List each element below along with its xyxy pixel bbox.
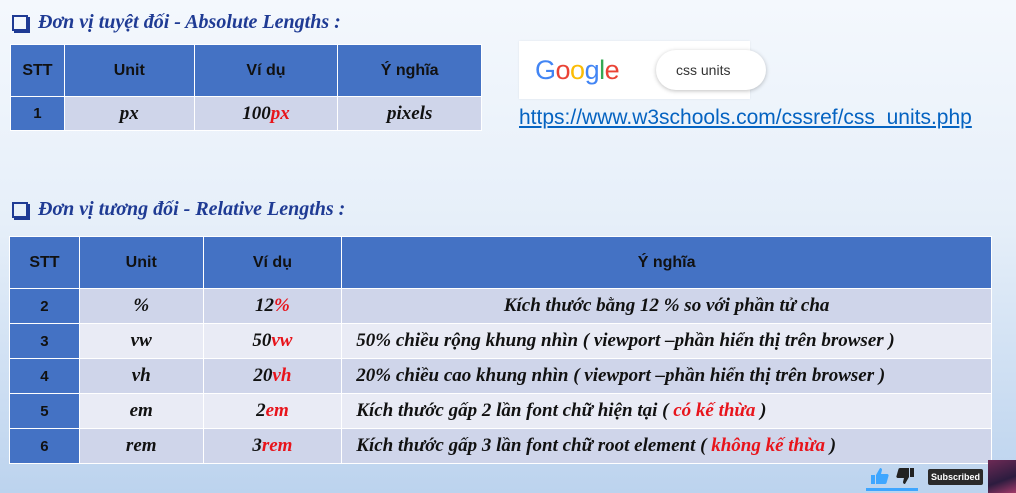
- unit-cell: %: [78, 288, 204, 324]
- relative-units-table: STT Unit Ví dụ Ý nghĩa 2 % 12% Kích thướ…: [9, 236, 992, 464]
- table-row: 5 em 2em Kích thước gấp 2 lần font chữ h…: [9, 393, 992, 429]
- header-example: Ví dụ: [202, 236, 343, 289]
- meaning-cell: Kích thước gấp 3 lần font chữ root eleme…: [341, 428, 992, 464]
- google-logo: Google: [535, 55, 620, 86]
- absolute-lengths-heading: Đơn vị tuyệt đối - Absolute Lengths :: [12, 11, 341, 34]
- table-row: 6 rem 3rem Kích thước gấp 3 lần font chữ…: [9, 428, 992, 464]
- header-stt: STT: [10, 44, 65, 97]
- google-logo-letter: G: [535, 55, 556, 85]
- relative-lengths-heading: Đơn vị tương đối - Relative Lengths :: [12, 198, 345, 221]
- stt-cell: 6: [9, 428, 80, 464]
- absolute-lengths-heading-text: Đơn vị tuyệt đối - Absolute Lengths :: [38, 11, 341, 33]
- header-meaning: Ý nghĩa: [341, 236, 992, 289]
- checkbox-bullet-icon: [12, 201, 28, 218]
- thumbs-down-icon[interactable]: [895, 467, 915, 485]
- stt-cell: 2: [9, 288, 80, 324]
- header-meaning: Ý nghĩa: [337, 44, 482, 97]
- stt-cell: 4: [9, 358, 80, 394]
- unit-cell: vh: [78, 358, 204, 394]
- header-stt: STT: [9, 236, 80, 289]
- google-logo-letter: o: [555, 55, 571, 85]
- header-example: Ví dụ: [193, 44, 339, 97]
- table-header-row: STT Unit Ví dụ Ý nghĩa: [10, 44, 482, 97]
- subscribed-button[interactable]: Subscribed: [928, 469, 983, 485]
- example-cell: 100px: [193, 96, 339, 131]
- google-search-snippet: Google css units: [519, 41, 766, 99]
- youtube-overlay: Subscribed: [864, 460, 1016, 493]
- channel-avatar[interactable]: [988, 460, 1016, 493]
- meaning-cell: Kích thước gấp 2 lần font chữ hiện tại (…: [341, 393, 992, 429]
- table-header-row: STT Unit Ví dụ Ý nghĩa: [9, 236, 992, 289]
- stt-cell: 3: [9, 323, 80, 359]
- example-cell: 12%: [202, 288, 343, 324]
- unit-cell: px: [63, 96, 195, 131]
- meaning-cell: 50% chiều rộng khung nhìn ( viewport –ph…: [341, 323, 992, 359]
- google-logo-letter: o: [570, 55, 585, 85]
- google-logo-letter: g: [584, 55, 600, 85]
- header-unit: Unit: [63, 44, 195, 97]
- table-row: 4 vh 20vh 20% chiều cao khung nhìn ( vie…: [9, 358, 992, 394]
- table-row: 3 vw 50vw 50% chiều rộng khung nhìn ( vi…: [9, 323, 992, 359]
- checkbox-bullet-icon: [12, 14, 28, 31]
- google-search-box[interactable]: css units: [656, 50, 766, 90]
- google-logo-letter: e: [604, 55, 620, 85]
- meaning-cell: pixels: [337, 96, 482, 131]
- example-cell: 50vw: [202, 323, 343, 359]
- relative-lengths-heading-text: Đơn vị tương đối - Relative Lengths :: [38, 198, 346, 220]
- stt-cell: 1: [10, 96, 65, 131]
- example-cell: 2em: [202, 393, 343, 429]
- table-row: 2 % 12% Kích thước bằng 12 % so với phần…: [9, 288, 992, 324]
- example-cell: 20vh: [202, 358, 343, 394]
- table-row: 1 px 100px pixels: [10, 96, 482, 131]
- thumbs-up-icon[interactable]: [870, 467, 890, 485]
- unit-cell: vw: [78, 323, 204, 359]
- unit-cell: em: [78, 393, 204, 429]
- meaning-cell: 20% chiều cao khung nhìn ( viewport –phầ…: [341, 358, 992, 394]
- meaning-cell: Kích thước bằng 12 % so với phần tử cha: [341, 288, 992, 324]
- w3schools-link[interactable]: https://www.w3schools.com/cssref/css_uni…: [519, 106, 972, 130]
- stt-cell: 5: [9, 393, 80, 429]
- example-cell: 3rem: [202, 428, 343, 464]
- unit-cell: rem: [78, 428, 204, 464]
- absolute-units-table: STT Unit Ví dụ Ý nghĩa 1 px 100px pixels: [10, 44, 482, 131]
- header-unit: Unit: [78, 236, 204, 289]
- like-underline: [866, 488, 918, 491]
